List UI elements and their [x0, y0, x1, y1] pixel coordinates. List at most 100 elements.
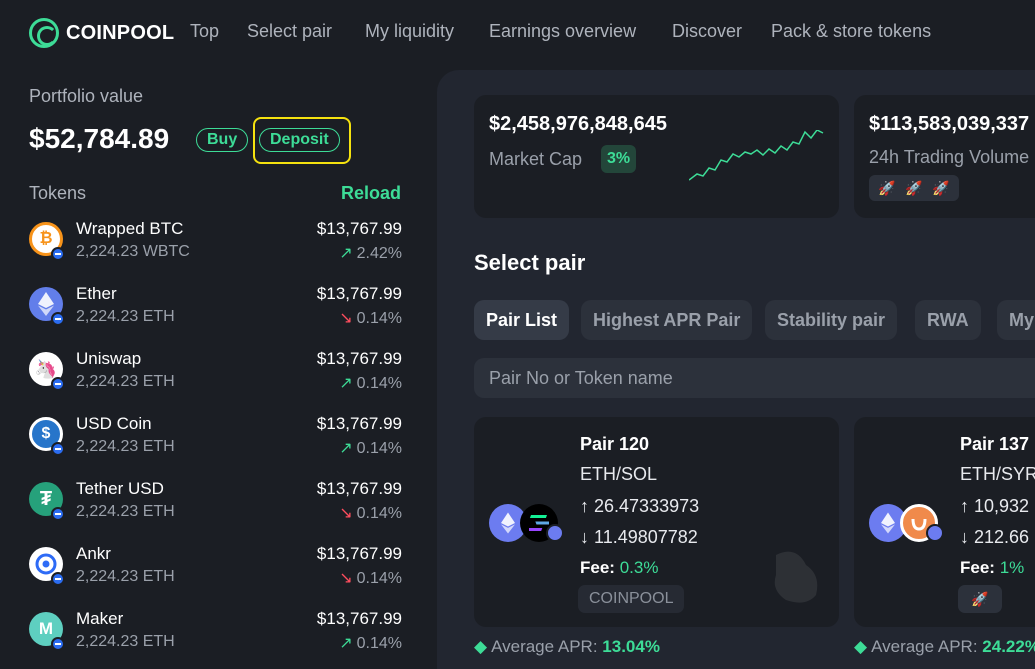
tab-rwa[interactable]: RWA [915, 300, 981, 340]
average-apr-pair-137: ◆ Average APR: 24.22% [854, 637, 1035, 657]
token-name: Wrapped BTC [76, 219, 184, 238]
token-change-value: 2.42% [356, 245, 402, 262]
token-price: $13,767.99 [316, 219, 402, 238]
token-name: USD Coin [76, 414, 152, 433]
coinpool-logo[interactable]: COINPOOL [29, 18, 174, 48]
tab-highest-apr-pair[interactable]: Highest APR Pair [581, 300, 753, 340]
tab-pair-list[interactable]: Pair List [474, 300, 570, 340]
logo-text: COINPOOL [66, 21, 175, 44]
token-change-value: 0.14% [356, 310, 402, 327]
arrow-up-icon: ↗ [339, 635, 353, 652]
token-price: $13,767.99 [316, 414, 402, 433]
reload-button[interactable]: Reload [341, 183, 401, 204]
tab-my[interactable]: My [997, 300, 1035, 340]
rocket-icon: 🚀 [905, 179, 923, 196]
top-navigation: COINPOOL Top Select pair My liquidity Ea… [0, 0, 1035, 66]
nav-link-my-liquidity[interactable]: My liquidity [365, 21, 454, 42]
token-amount: 2,224.23 ETH [76, 438, 175, 455]
token-change-value: 0.14% [356, 440, 402, 457]
token-change-value: 0.14% [356, 505, 402, 522]
pair-title: Pair 137 [960, 434, 1030, 454]
token-name: Tether USD [76, 479, 164, 498]
arrow-down-icon: ↓ [580, 527, 595, 547]
token-amount: 2,224.23 ETH [76, 633, 175, 650]
average-apr-pair-120: ◆ Average APR: 13.04% [474, 637, 660, 657]
pair-fee: Fee: 1% [960, 558, 1024, 578]
token-row-uniswap[interactable]: 🦄 Uniswap 2,224.23 ETH $13,767.99 ↗ 0.14% [0, 346, 437, 406]
ethereum-network-icon [926, 524, 944, 542]
token-change: ↗ 2.42% [339, 243, 402, 263]
pair-down-number: 212.66 [974, 527, 1030, 547]
pair-up-number: 26.47333973 [594, 496, 700, 516]
token-amount: 2,224.23 ETH [76, 503, 175, 520]
token-row-ankr[interactable]: Ankr 2,224.23 ETH $13,767.99 ↘ 0.14% [0, 541, 437, 601]
pair-up-value: ↑ 10,932 [960, 496, 1029, 517]
nav-link-select-pair[interactable]: Select pair [247, 21, 332, 42]
token-change-value: 0.14% [356, 635, 402, 652]
market-cap-sparkline [689, 130, 824, 181]
pair-name: ETH/SYRUP [960, 464, 1035, 484]
nav-link-discover[interactable]: Discover [672, 21, 742, 42]
rocket-icon: 🚀 [971, 590, 989, 607]
arrow-down-icon: ↘ [339, 310, 353, 327]
pair-name: ETH/SOL [580, 464, 658, 484]
token-name: Maker [76, 609, 124, 628]
trading-volume-value: $113,583,039,337 [869, 113, 1030, 135]
rocket-icon: 🚀 [932, 179, 950, 196]
arrow-up-icon: ↗ [339, 245, 353, 262]
token-row-usd-coin[interactable]: $ USD Coin 2,224.23 ETH $13,767.99 ↗ 0.14… [0, 411, 437, 471]
pair-fee: Fee: 0.3% [580, 558, 658, 578]
trading-volume-card: $113,583,039,337 24h Trading Volume 🚀 🚀 … [854, 95, 1035, 218]
pair-card-137[interactable]: Pair 137 ETH/SYRUP ↑ 10,932 ↓ 212.66 Fee… [854, 417, 1035, 627]
nav-link-pack-store-tokens[interactable]: Pack & store tokens [771, 21, 931, 42]
apr-value: 24.22% [982, 637, 1035, 656]
token-change: ↗ 0.14% [339, 373, 402, 393]
token-row-wrapped-btc[interactable]: ₿ Wrapped BTC 2,224.23 WBTC $13,767.99 ↗… [0, 216, 437, 276]
arrow-down-icon: ↘ [339, 570, 353, 587]
token-amount: 2,224.23 ETH [76, 308, 175, 325]
token-row-ether[interactable]: Ether 2,224.23 ETH $13,767.99 ↘ 0.14% [0, 281, 437, 341]
market-cap-card: $2,458,976,848,645 Market Cap 3% [474, 95, 839, 218]
trading-volume-label: 24h Trading Volume [869, 147, 1030, 167]
token-change-value: 0.14% [356, 375, 402, 392]
pair-search-input[interactable] [474, 358, 1035, 398]
buy-button[interactable]: Buy [196, 128, 249, 152]
rocket-icon: 🚀 [878, 179, 896, 196]
pair-up-value: ↑ 26.47333973 [580, 496, 699, 517]
network-badge-icon [51, 507, 65, 521]
arrow-up-icon: ↗ [339, 375, 353, 392]
network-badge-icon [51, 377, 65, 391]
token-row-maker[interactable]: M Maker 2,224.23 ETH $13,767.99 ↗ 0.14% [0, 606, 437, 666]
portfolio-value-label: Portfolio value [29, 86, 144, 106]
arrow-down-icon: ↘ [339, 505, 353, 522]
token-change-value: 0.14% [356, 570, 402, 587]
apr-label: Average APR: [491, 637, 598, 656]
pair-fee-value: 0.3% [619, 558, 659, 577]
token-change: ↘ 0.14% [339, 503, 402, 523]
portfolio-sidebar: Portfolio value $52,784.89 Buy Deposit T… [0, 66, 437, 669]
apr-label: Average APR: [871, 637, 978, 656]
ethereum-network-icon [546, 524, 564, 542]
token-change: ↗ 0.14% [339, 633, 402, 653]
token-change: ↘ 0.14% [339, 568, 402, 588]
nav-link-top[interactable]: Top [190, 21, 219, 42]
diamond-icon: ◆ [474, 637, 488, 656]
pair-up-number: 10,932 [974, 496, 1030, 516]
pair-fee-value: 1% [999, 558, 1025, 577]
diamond-icon: ◆ [854, 637, 868, 656]
token-price: $13,767.99 [316, 544, 402, 563]
token-row-tether-usd[interactable]: ₮ Tether USD 2,224.23 ETH $13,767.99 ↘ 0.… [0, 476, 437, 536]
arrow-up-icon: ↑ [960, 496, 975, 516]
arrow-up-icon: ↗ [339, 440, 353, 457]
pair-tag-rocket: 🚀 [958, 585, 1002, 613]
tab-stability-pair[interactable]: Stability pair [765, 300, 898, 340]
deposit-button[interactable]: Deposit [259, 128, 340, 152]
nav-link-earnings-overview[interactable]: Earnings overview [489, 21, 636, 42]
pair-tag: COINPOOL [578, 585, 685, 613]
arrow-down-icon: ↓ [960, 527, 975, 547]
main-panel: $2,458,976,848,645 Market Cap 3% $113,58… [437, 70, 1035, 669]
pair-card-120[interactable]: Pair 120 ETH/SOL ↑ 26.47333973 ↓ 11.4980… [474, 417, 839, 627]
token-price: $13,767.99 [316, 349, 402, 368]
coinpool-logo-icon [29, 18, 59, 48]
tokens-header: Tokens [29, 183, 87, 203]
